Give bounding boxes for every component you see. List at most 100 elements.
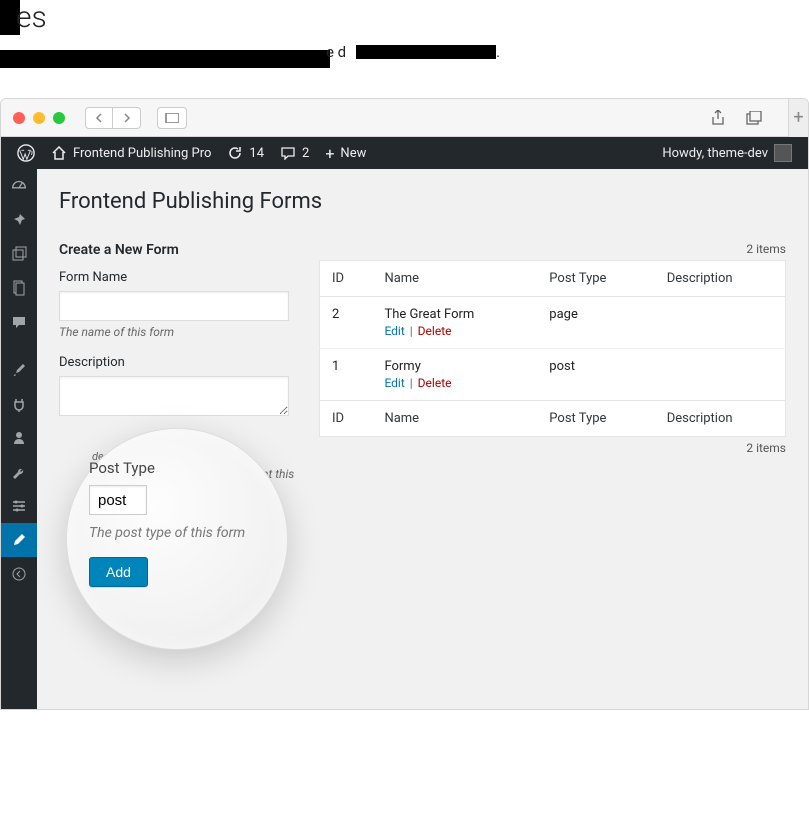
- items-count-top: 2 items: [319, 242, 786, 256]
- wp-admin-menu: [1, 169, 37, 709]
- sidebar-item-users[interactable]: [1, 421, 37, 455]
- comments-link[interactable]: 2: [272, 137, 317, 169]
- howdy-text: Howdy, theme-dev: [662, 146, 768, 161]
- post-type-label: Post Type: [89, 459, 265, 477]
- sidebar-item-media[interactable]: [1, 237, 37, 271]
- forms-table-panel: 2 items ID Name Post Type Description: [319, 242, 786, 459]
- new-label: New: [340, 146, 366, 161]
- row-actions: Edit | Delete: [384, 324, 525, 338]
- cell-desc: [655, 297, 786, 349]
- collapse-icon: [12, 567, 26, 581]
- post-type-input[interactable]: [89, 485, 147, 515]
- post-type-hint: The post type of this form: [89, 525, 265, 541]
- sidebar-item-posts[interactable]: [1, 203, 37, 237]
- subheading-blackout-2: [356, 45, 496, 59]
- new-tab-button[interactable]: +: [788, 99, 808, 137]
- refresh-icon: [227, 145, 243, 161]
- home-icon: [51, 146, 67, 160]
- sidebar-item-plugins[interactable]: [1, 387, 37, 421]
- user-icon: [11, 430, 27, 446]
- updates-count: 14: [249, 146, 264, 161]
- sidebar-item-appearance[interactable]: [1, 353, 37, 387]
- sidebar-item-settings[interactable]: [1, 489, 37, 523]
- create-form-heading: Create a New Form: [59, 242, 289, 258]
- edit-link[interactable]: Edit: [384, 376, 404, 390]
- new-content-link[interactable]: + New: [317, 137, 374, 169]
- forms-table: ID Name Post Type Description 2 The Grea…: [319, 260, 786, 437]
- back-button[interactable]: [85, 107, 113, 129]
- media-icon: [11, 246, 27, 262]
- form-name-label: Form Name: [59, 270, 289, 285]
- user-menu[interactable]: Howdy, theme-dev: [654, 137, 800, 169]
- pin-icon: [11, 212, 27, 228]
- add-button[interactable]: Add: [89, 557, 148, 587]
- tf-name: Name: [372, 401, 537, 437]
- site-name-link[interactable]: Frontend Publishing Pro: [43, 137, 219, 169]
- browser-toolbar: +: [1, 99, 808, 137]
- browser-window: + Frontend Publishing Pro 14 2 + New How…: [0, 98, 809, 710]
- row-actions: Edit | Delete: [384, 376, 525, 390]
- delete-link[interactable]: Delete: [418, 376, 452, 390]
- cell-name: Formy: [384, 359, 525, 374]
- nav-buttons: [85, 107, 141, 129]
- create-form-panel: Create a New Form Form Name The name of …: [59, 242, 289, 459]
- close-window-icon[interactable]: [13, 112, 25, 124]
- th-post-type[interactable]: Post Type: [537, 261, 654, 297]
- share-button[interactable]: [706, 107, 730, 129]
- description-label: Description: [59, 355, 289, 370]
- pages-icon: [12, 280, 26, 296]
- th-description[interactable]: Description: [655, 261, 786, 297]
- form-name-hint: The name of this form: [59, 325, 289, 339]
- wp-admin-bar: Frontend Publishing Pro 14 2 + New Howdy…: [1, 137, 808, 169]
- maximize-window-icon[interactable]: [53, 112, 65, 124]
- table-row: 2 The Great Form Edit | Delete pag: [320, 297, 786, 349]
- tf-description: Description: [655, 401, 786, 437]
- comment-icon: [280, 146, 296, 160]
- plus-icon: +: [325, 144, 334, 163]
- forward-button[interactable]: [113, 107, 141, 129]
- sidebar-item-collapse[interactable]: [1, 557, 37, 591]
- sidebar-item-tools[interactable]: [1, 455, 37, 489]
- wp-logo-menu[interactable]: [9, 137, 43, 169]
- tabs-button[interactable]: [742, 107, 766, 129]
- sidebar-layout-icon: [165, 113, 179, 123]
- form-name-input[interactable]: [59, 291, 289, 321]
- page-header-partial: es e d .: [0, 0, 809, 98]
- wrench-icon: [11, 464, 27, 480]
- heading-tail: es: [16, 0, 47, 35]
- wordpress-icon: [17, 144, 35, 162]
- wp-admin-body: Frontend Publishing Forms Create a New F…: [1, 169, 808, 709]
- description-textarea[interactable]: [59, 376, 289, 416]
- sidebar-item-frontend-publishing[interactable]: [1, 523, 37, 557]
- sidebar-item-dashboard[interactable]: [1, 169, 37, 203]
- pen-icon: [11, 532, 27, 548]
- delete-link[interactable]: Delete: [418, 324, 452, 338]
- cell-name: The Great Form: [384, 307, 525, 322]
- th-id[interactable]: ID: [320, 261, 373, 297]
- cell-post-type: page: [537, 297, 654, 349]
- subheading-blackout: [0, 50, 330, 68]
- sidebar-item-comments[interactable]: [1, 305, 37, 339]
- magnifier-overlay: Post Type The post type of this form Add: [67, 429, 287, 649]
- cell-id: 2: [320, 297, 373, 349]
- avatar: [774, 144, 792, 162]
- minimize-window-icon[interactable]: [33, 112, 45, 124]
- comments-count: 2: [302, 146, 309, 161]
- table-row: 1 Formy Edit | Delete post: [320, 349, 786, 401]
- cell-post-type: post: [537, 349, 654, 401]
- brush-icon: [11, 362, 27, 378]
- wp-content-area: Frontend Publishing Forms Create a New F…: [37, 169, 808, 709]
- sliders-icon: [11, 498, 27, 514]
- plugin-icon: [11, 396, 27, 412]
- sidebar-item-pages[interactable]: [1, 271, 37, 305]
- action-sep: |: [408, 324, 415, 338]
- tf-post-type: Post Type: [537, 401, 654, 437]
- dashboard-icon: [10, 177, 28, 195]
- updates-link[interactable]: 14: [219, 137, 272, 169]
- tf-id: ID: [320, 401, 373, 437]
- edit-link[interactable]: Edit: [384, 324, 404, 338]
- action-sep: |: [408, 376, 415, 390]
- th-name[interactable]: Name: [372, 261, 537, 297]
- tab-overview-button[interactable]: [157, 107, 187, 129]
- cell-id: 1: [320, 349, 373, 401]
